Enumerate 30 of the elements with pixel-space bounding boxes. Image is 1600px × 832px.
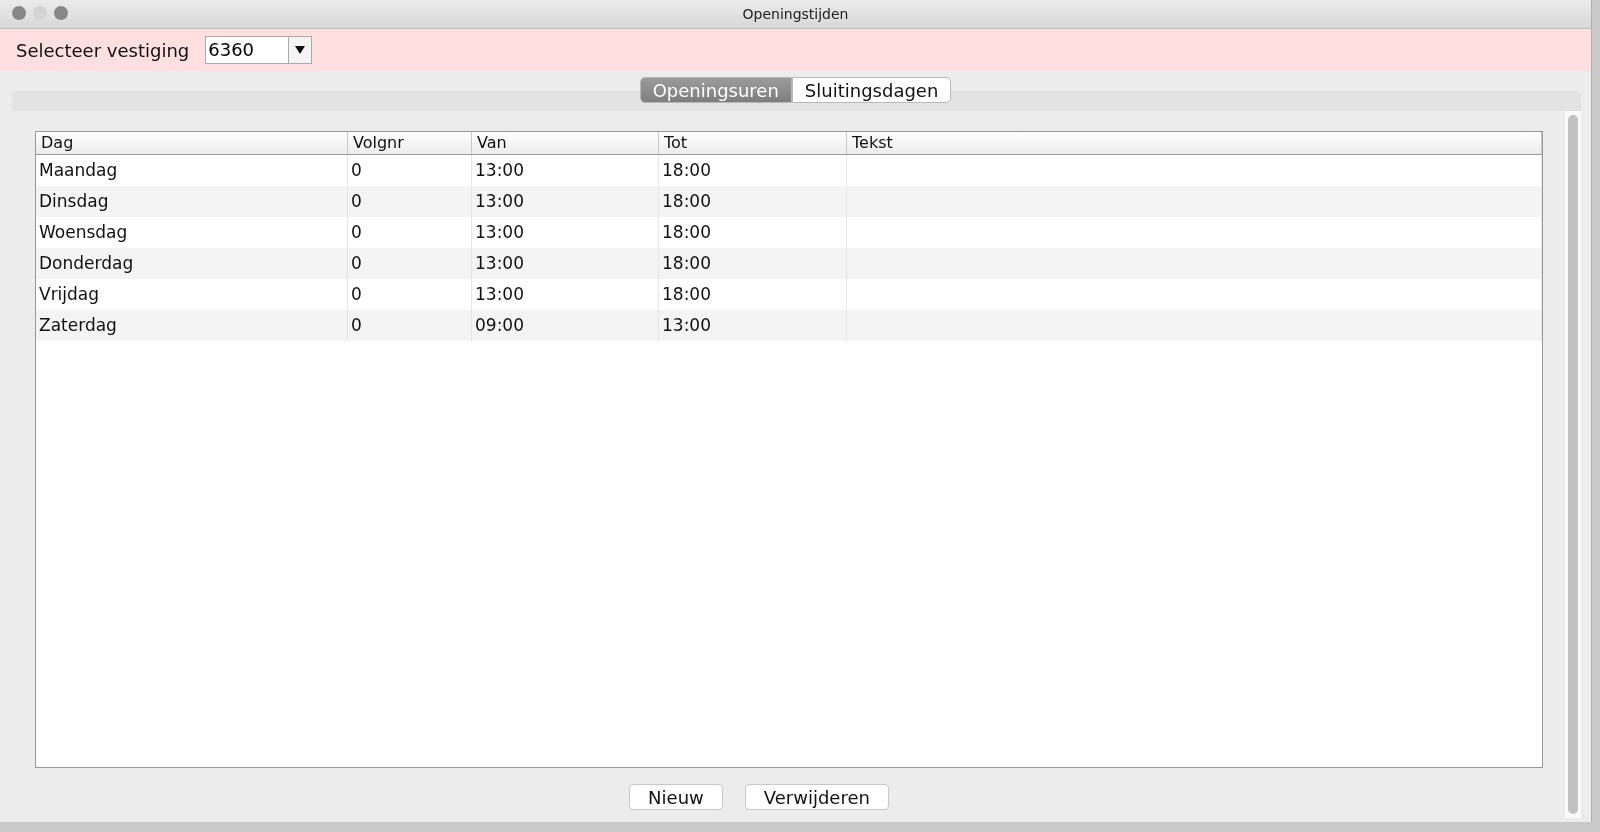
tab[interactable]: Sluitingsdagen: [791, 77, 952, 103]
branch-dropdown[interactable]: 6360: [205, 36, 313, 64]
table-row[interactable]: Donderdag 0 13:00 18:00: [36, 248, 1542, 279]
table-cell: 18:00: [659, 186, 847, 217]
branch-label: Selecteer vestiging: [16, 39, 190, 61]
table-cell: 13:00: [659, 310, 847, 341]
table-cell: 0: [348, 310, 472, 341]
action-button[interactable]: Nieuw: [629, 784, 723, 810]
column-header[interactable]: Van: [472, 132, 659, 154]
zoom-button[interactable]: [54, 6, 68, 20]
column-header[interactable]: Volgnr: [348, 132, 472, 154]
table-cell: 09:00: [472, 310, 659, 341]
table-cell: Dinsdag: [36, 186, 348, 217]
column-header[interactable]: Tekst: [847, 132, 1542, 154]
table-row[interactable]: Dinsdag 0 13:00 18:00: [36, 186, 1542, 217]
table-cell: 0: [348, 248, 472, 279]
column-header[interactable]: Dag: [36, 132, 348, 154]
action-button[interactable]: Verwijderen: [744, 784, 889, 810]
scrollbar-thumb[interactable]: [1568, 115, 1578, 814]
table-row[interactable]: Zaterdag 0 09:00 13:00: [36, 310, 1542, 341]
table-cell: Donderdag: [36, 248, 348, 279]
table-cell: 0: [348, 186, 472, 217]
close-button[interactable]: [12, 6, 26, 20]
table-cell: 13:00: [472, 186, 659, 217]
table-cell: 13:00: [472, 248, 659, 279]
table-cell: Zaterdag: [36, 310, 348, 341]
scrollbar[interactable]: [1565, 111, 1581, 818]
window-title: Openingstijden: [742, 6, 849, 22]
table-cell: 18:00: [659, 248, 847, 279]
column-header[interactable]: Tot: [659, 132, 847, 154]
